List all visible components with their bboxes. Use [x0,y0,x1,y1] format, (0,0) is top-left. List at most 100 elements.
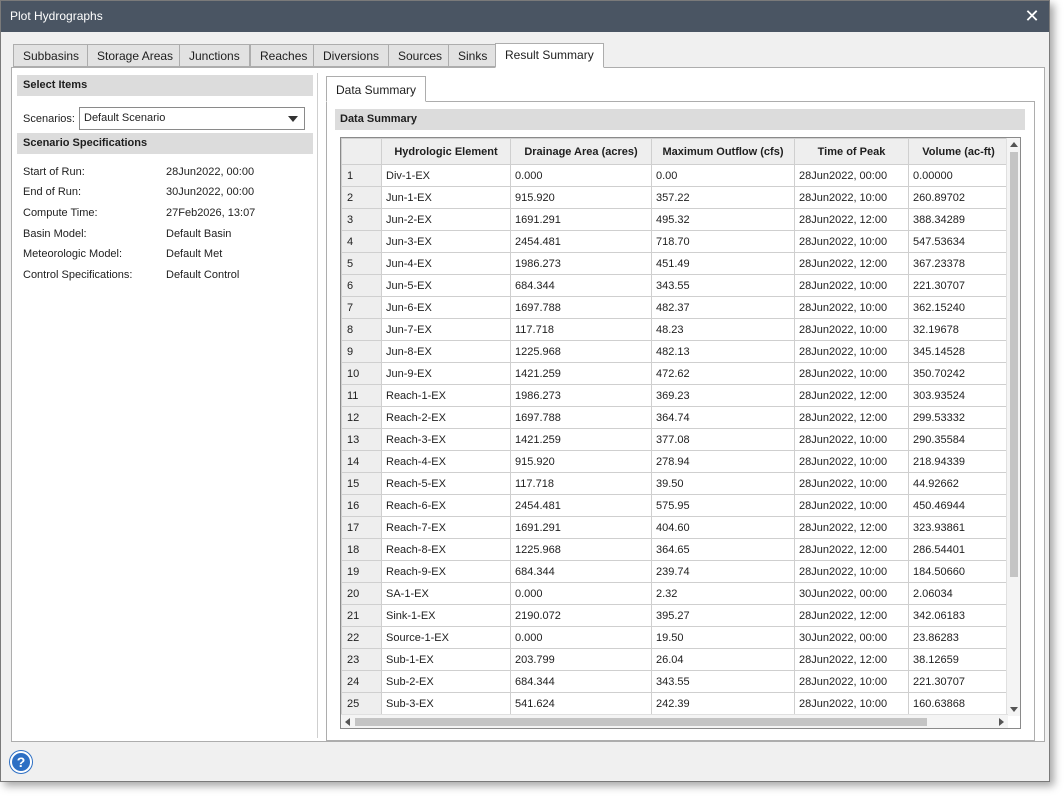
table-cell[interactable]: 450.46944 [908,494,1009,517]
table-row[interactable]: 9 Jun-8-EX 1225.968 482.13 28Jun2022, 10:00 3… [341,340,1009,363]
table-cell[interactable]: 1986.273 [510,384,652,407]
table-row[interactable]: 10 Jun-9-EX 1421.259 472.62 28Jun2022, 10:00… [341,362,1009,385]
table-cell[interactable]: 0.000 [510,164,652,187]
close-icon[interactable]: ✕ [1015,1,1049,32]
table-cell[interactable]: 323.93861 [908,516,1009,539]
table-cell[interactable]: 28Jun2022, 12:00 [794,406,909,429]
table-cell[interactable]: 290.35584 [908,428,1009,451]
table-cell[interactable]: 28Jun2022, 10:00 [794,362,909,385]
table-row[interactable]: 20 SA-1-EX 0.000 2.32 30Jun2022, 00:00 2.0603… [341,582,1009,605]
table-cell[interactable]: 278.94 [651,450,795,473]
table-cell[interactable]: 160.63868 [908,692,1009,715]
table-cell[interactable]: 117.718 [510,472,652,495]
table-cell[interactable]: 1225.968 [510,340,652,363]
table-cell[interactable]: Reach-4-EX [381,450,511,473]
table-cell[interactable]: 28Jun2022, 10:00 [794,450,909,473]
tab-sources[interactable]: Sources [388,44,453,67]
table-cell[interactable]: 48.23 [651,318,795,341]
table-cell[interactable]: 28Jun2022, 10:00 [794,230,909,253]
table-row[interactable]: 24 Sub-2-EX 684.344 343.55 28Jun2022, 10:00 2… [341,670,1009,693]
table-row[interactable]: 6 Jun-5-EX 684.344 343.55 28Jun2022, 10:00 22… [341,274,1009,297]
table-cell[interactable]: 117.718 [510,318,652,341]
table-cell[interactable]: Div-1-EX [381,164,511,187]
table-row[interactable]: 18 Reach-8-EX 1225.968 364.65 28Jun2022, 12:… [341,538,1009,561]
table-row[interactable]: 13 Reach-3-EX 1421.259 377.08 28Jun2022, 10:… [341,428,1009,451]
table-row[interactable]: 19 Reach-9-EX 684.344 239.74 28Jun2022, 10:0… [341,560,1009,583]
table-cell[interactable]: 19.50 [651,626,795,649]
table-cell[interactable]: Jun-4-EX [381,252,511,275]
table-cell[interactable]: 218.94339 [908,450,1009,473]
table-row[interactable]: 1 Div-1-EX 0.000 0.00 28Jun2022, 00:00 0.0000… [341,164,1009,187]
table-cell[interactable]: 482.37 [651,296,795,319]
table-cell[interactable]: 286.54401 [908,538,1009,561]
column-header[interactable]: Time of Peak [794,138,909,165]
table-cell[interactable]: 345.14528 [908,340,1009,363]
table-cell[interactable]: Sub-3-EX [381,692,511,715]
table-row[interactable]: 14 Reach-4-EX 915.920 278.94 28Jun2022, 10:0… [341,450,1009,473]
table-row[interactable]: 8 Jun-7-EX 117.718 48.23 28Jun2022, 10:00 32.… [341,318,1009,341]
table-cell[interactable]: 915.920 [510,186,652,209]
table-cell[interactable]: Jun-9-EX [381,362,511,385]
scroll-thumb[interactable] [1010,152,1018,577]
table-cell[interactable]: 684.344 [510,670,652,693]
table-cell[interactable]: 28Jun2022, 12:00 [794,384,909,407]
table-cell[interactable]: 1691.291 [510,516,652,539]
table-cell[interactable]: SA-1-EX [381,582,511,605]
table-cell[interactable]: 28Jun2022, 10:00 [794,494,909,517]
table-cell[interactable]: Jun-7-EX [381,318,511,341]
table-row[interactable]: 11 Reach-1-EX 1986.273 369.23 28Jun2022, 12:… [341,384,1009,407]
table-cell[interactable]: 0.000 [510,626,652,649]
table-cell[interactable]: 28Jun2022, 10:00 [794,274,909,297]
table-cell[interactable]: 357.22 [651,186,795,209]
table-cell[interactable]: 28Jun2022, 10:00 [794,296,909,319]
table-cell[interactable]: 28Jun2022, 10:00 [794,340,909,363]
table-cell[interactable]: 547.53634 [908,230,1009,253]
table-cell[interactable]: 1697.788 [510,406,652,429]
table-cell[interactable]: Reach-2-EX [381,406,511,429]
table-cell[interactable]: 28Jun2022, 12:00 [794,208,909,231]
table-cell[interactable]: 260.89702 [908,186,1009,209]
table-cell[interactable]: 364.65 [651,538,795,561]
table-cell[interactable]: 472.62 [651,362,795,385]
table-cell[interactable]: Jun-3-EX [381,230,511,253]
table-cell[interactable]: 495.32 [651,208,795,231]
table-cell[interactable]: 299.53332 [908,406,1009,429]
scroll-left-icon[interactable] [345,718,350,726]
table-cell[interactable]: Reach-1-EX [381,384,511,407]
table-cell[interactable]: 350.70242 [908,362,1009,385]
table-cell[interactable]: 1697.788 [510,296,652,319]
table-cell[interactable]: 32.19678 [908,318,1009,341]
table-cell[interactable]: 404.60 [651,516,795,539]
table-cell[interactable]: 684.344 [510,274,652,297]
table-cell[interactable]: Reach-6-EX [381,494,511,517]
table-cell[interactable]: 38.12659 [908,648,1009,671]
table-cell[interactable]: 343.55 [651,670,795,693]
help-icon[interactable]: ? [10,751,32,773]
table-cell[interactable]: 28Jun2022, 12:00 [794,252,909,275]
table-cell[interactable]: Reach-9-EX [381,560,511,583]
table-cell[interactable]: Jun-6-EX [381,296,511,319]
tab-sinks[interactable]: Sinks [448,44,498,67]
table-cell[interactable]: 28Jun2022, 12:00 [794,538,909,561]
scroll-up-icon[interactable] [1010,142,1018,147]
column-header[interactable]: Drainage Area (acres) [510,138,652,165]
table-cell[interactable]: 30Jun2022, 00:00 [794,582,909,605]
table-row[interactable]: 15 Reach-5-EX 117.718 39.50 28Jun2022, 10:00… [341,472,1009,495]
table-cell[interactable]: Reach-7-EX [381,516,511,539]
table-row[interactable]: 5 Jun-4-EX 1986.273 451.49 28Jun2022, 12:00 3… [341,252,1009,275]
table-cell[interactable]: 343.55 [651,274,795,297]
table-cell[interactable]: Reach-3-EX [381,428,511,451]
table-row[interactable]: 3 Jun-2-EX 1691.291 495.32 28Jun2022, 12:00 3… [341,208,1009,231]
table-cell[interactable]: 0.00000 [908,164,1009,187]
table-cell[interactable]: 28Jun2022, 12:00 [794,604,909,627]
table-cell[interactable]: 28Jun2022, 10:00 [794,472,909,495]
table-cell[interactable]: 203.799 [510,648,652,671]
table-cell[interactable]: 28Jun2022, 10:00 [794,428,909,451]
table-cell[interactable]: 221.30707 [908,274,1009,297]
table-cell[interactable]: Reach-8-EX [381,538,511,561]
table-row[interactable]: 16 Reach-6-EX 2454.481 575.95 28Jun2022, 10:… [341,494,1009,517]
table-cell[interactable]: 28Jun2022, 00:00 [794,164,909,187]
table-cell[interactable]: 2454.481 [510,230,652,253]
column-header[interactable]: Volume (ac-ft) [908,138,1009,165]
scroll-thumb[interactable] [355,718,927,726]
